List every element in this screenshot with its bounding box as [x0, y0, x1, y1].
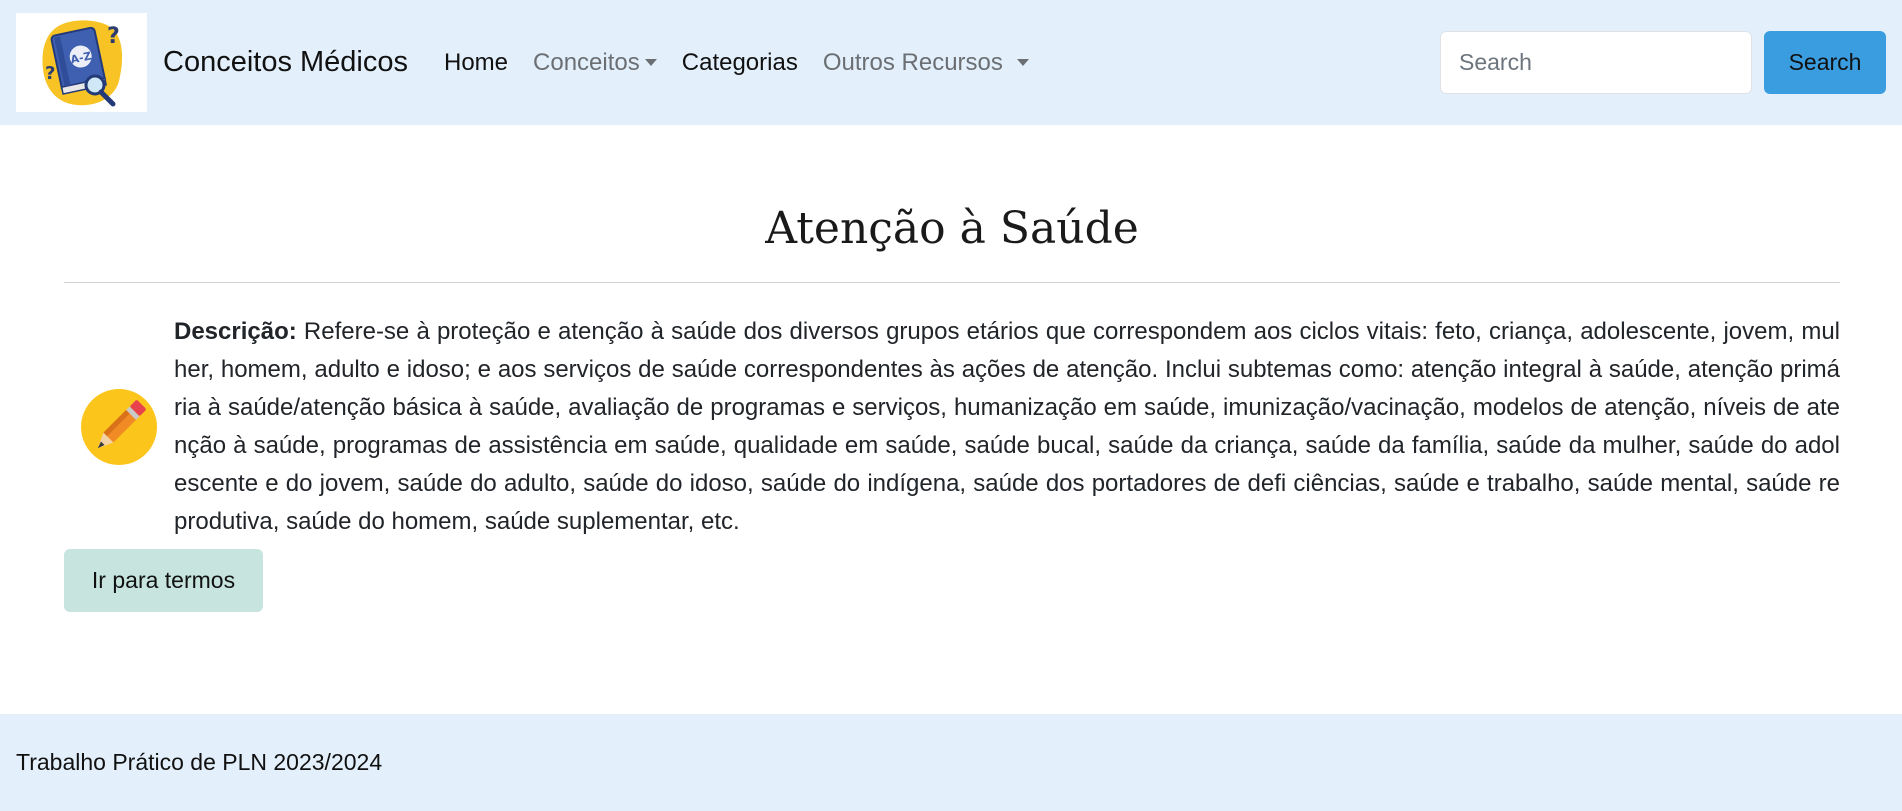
nav-conceitos-dropdown[interactable]: Conceitos — [533, 49, 657, 77]
medical-dictionary-book-icon: ? ? A-Z — [42, 20, 122, 107]
nav-links: Home Conceitos Categorias Outros Recurso… — [444, 49, 1054, 77]
page-title: Atenção à Saúde — [765, 203, 1139, 254]
go-to-terms-button[interactable]: Ir para termos — [64, 549, 263, 612]
search-input[interactable] — [1440, 31, 1752, 94]
pencil-icon — [81, 389, 157, 465]
search-button[interactable]: Search — [1764, 31, 1886, 94]
footer-text: Trabalho Prático de PLN 2023/2024 — [16, 749, 383, 775]
description-body: Refere-se à proteção e atenção à saúde d… — [174, 318, 1841, 535]
navbar: ? ? A-Z Conceitos Médicos Home Conceitos… — [0, 0, 1902, 125]
nav-outros-recursos-dropdown[interactable]: Outros Recursos — [823, 49, 1029, 77]
nav-home-link[interactable]: Home — [444, 49, 508, 77]
caret-down-icon — [1016, 59, 1029, 66]
title-divider — [64, 282, 1840, 283]
description-text: Descrição: Refere-se à proteção e atençã… — [174, 313, 1840, 541]
caret-down-icon — [644, 59, 657, 66]
description-label: Descrição: — [174, 318, 297, 345]
nav-categorias-link[interactable]: Categorias — [682, 49, 798, 77]
description-row: Descrição: Refere-se à proteção e atençã… — [64, 313, 1840, 541]
brand-name[interactable]: Conceitos Médicos — [163, 46, 408, 79]
nav-home-label: Home — [444, 48, 509, 76]
nav-outros-recursos-label: Outros Recursos — [822, 48, 1003, 76]
pencil-icon-wrap — [64, 387, 174, 467]
nav-conceitos-label: Conceitos — [533, 48, 640, 76]
brand-logo[interactable]: ? ? A-Z — [16, 13, 147, 112]
main-content: Atenção à Saúde Descrição: Refere-se à p… — [64, 125, 1840, 612]
svg-text:?: ? — [45, 63, 55, 84]
svg-text:?: ? — [107, 24, 120, 49]
footer: Trabalho Prático de PLN 2023/2024 — [0, 714, 1902, 811]
nav-categorias-label: Categorias — [681, 48, 798, 76]
